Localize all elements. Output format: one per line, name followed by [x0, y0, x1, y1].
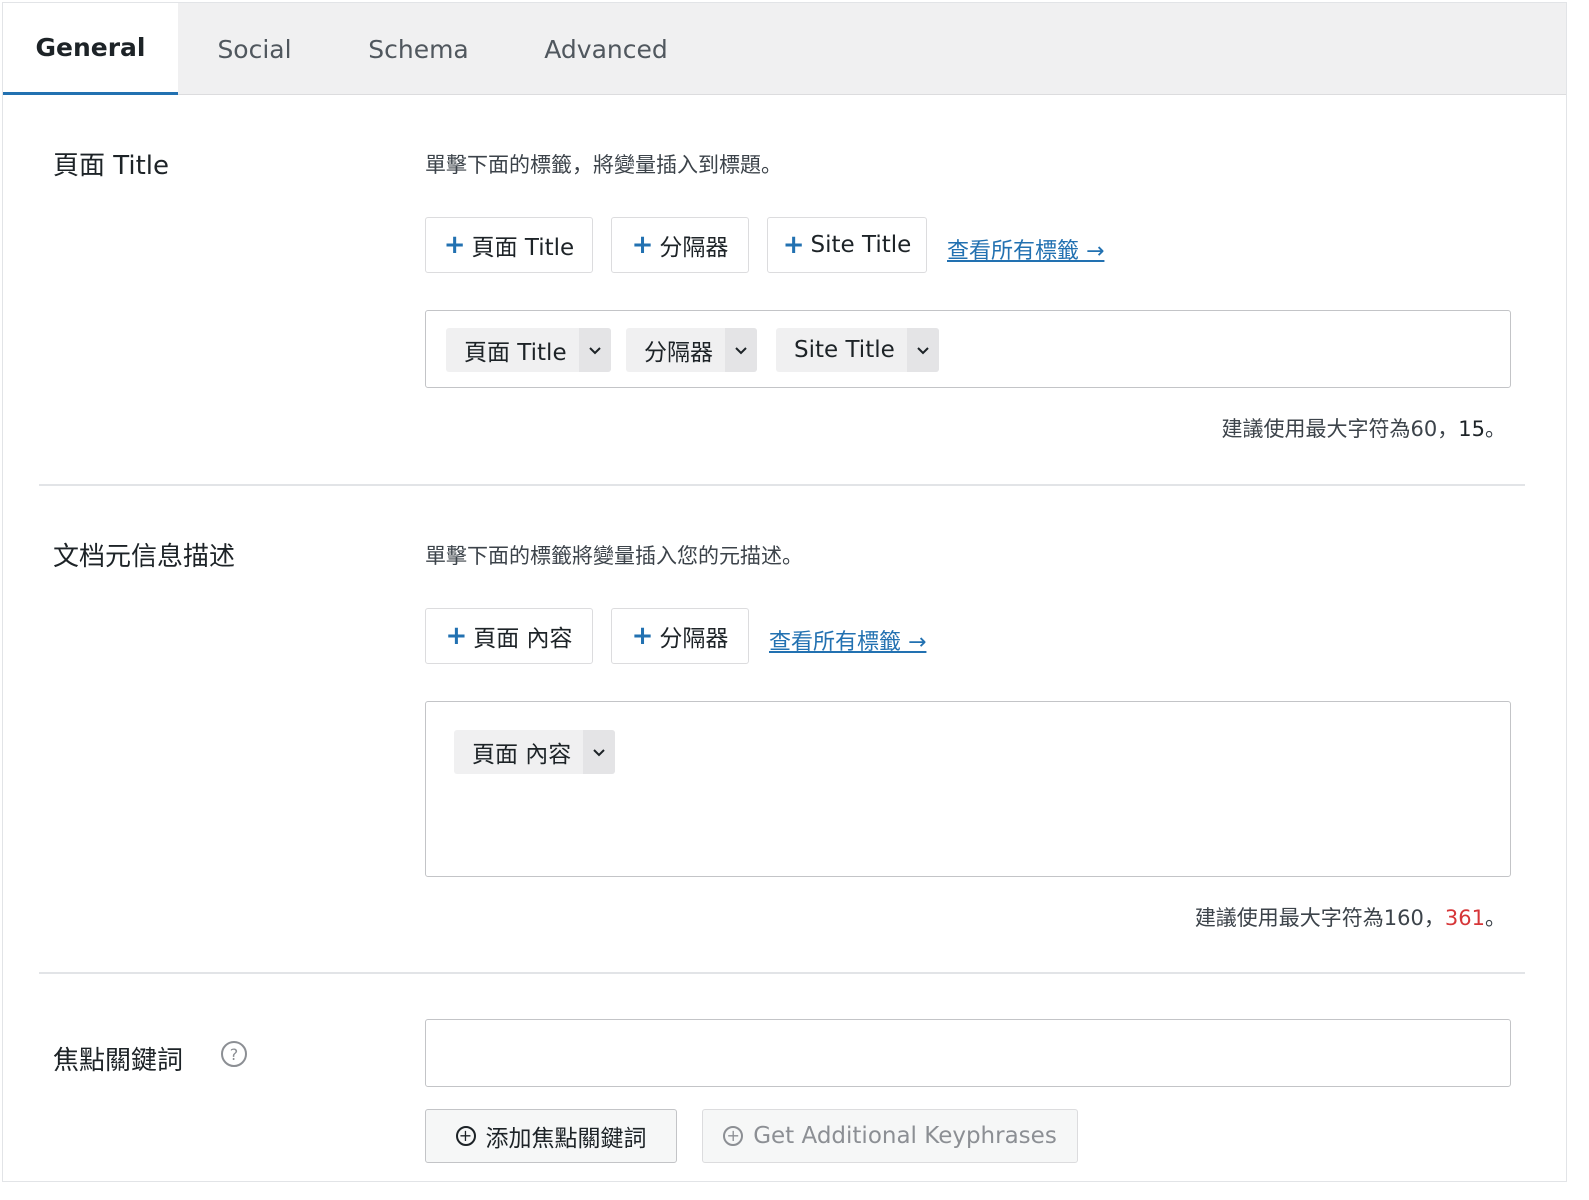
section-divider: [39, 484, 1525, 486]
plus-icon: +: [782, 230, 805, 260]
chip-page-content[interactable]: 頁面 內容: [454, 730, 616, 774]
chip-separator[interactable]: 分隔器: [626, 328, 757, 372]
button-label: Site Title: [810, 232, 912, 258]
insert-site-title-tag-button[interactable]: + Site Title: [767, 217, 927, 273]
plus-icon: +: [445, 621, 468, 651]
meta-description-label: 文档元信息描述: [53, 542, 236, 572]
page-title-editor[interactable]: 頁面 Title 分隔器 Site Title: [425, 310, 1511, 388]
chip-page-title[interactable]: 頁面 Title: [446, 328, 611, 372]
chevron-down-icon[interactable]: [906, 328, 939, 372]
page-title-label: 頁面 Title: [53, 151, 169, 181]
plus-circle-icon: +: [723, 1126, 744, 1146]
button-label: 添加焦點關鍵詞: [485, 1126, 647, 1152]
counter-text: 建議使用最大字符為160，: [1194, 906, 1445, 930]
plus-icon: +: [443, 230, 466, 260]
counter-suffix: 。: [1485, 906, 1506, 930]
view-all-tags-link[interactable]: 查看所有標籤 →: [947, 233, 1104, 265]
focus-keyphrase-input[interactable]: [425, 1019, 1511, 1087]
insert-separator-tag-button[interactable]: + 分隔器: [611, 217, 749, 273]
button-label: 分隔器: [659, 626, 729, 652]
page-title-char-counter: 建議使用最大字符為60，15。: [1222, 413, 1506, 443]
button-label: 頁面 Title: [471, 235, 575, 261]
chip-label: 分隔器: [644, 340, 713, 366]
tab-bar: General Social Schema Advanced: [3, 3, 1566, 95]
meta-description-description: 單擊下面的標籤將變量插入您的元描述。: [425, 544, 803, 568]
chevron-down-icon[interactable]: [583, 730, 616, 774]
counter-value: 15: [1458, 417, 1485, 441]
button-label: 頁面 內容: [473, 626, 573, 652]
get-additional-keyphrases-button[interactable]: + Get Additional Keyphrases: [702, 1109, 1078, 1163]
plus-circle-icon: +: [455, 1126, 476, 1146]
chip-site-title[interactable]: Site Title: [776, 328, 939, 372]
insert-page-title-tag-button[interactable]: + 頁面 Title: [425, 217, 593, 273]
seo-settings-panel: General Social Schema Advanced 頁面 Title …: [2, 2, 1567, 1182]
meta-description-editor[interactable]: 頁面 內容: [425, 701, 1511, 877]
plus-icon: +: [631, 230, 654, 260]
plus-icon: +: [631, 621, 654, 651]
insert-page-content-tag-button[interactable]: + 頁面 內容: [425, 608, 593, 664]
chip-label: 頁面 Title: [464, 340, 567, 366]
add-focus-keyphrase-button[interactable]: + 添加焦點關鍵詞: [425, 1109, 677, 1163]
page-title-description: 單擊下面的標籤，將變量插入到標題。: [425, 153, 782, 177]
focus-keyphrase-label: 焦點關鍵詞: [53, 1046, 184, 1076]
button-label: Get Additional Keyphrases: [753, 1123, 1057, 1149]
tab-advanced[interactable]: Advanced: [506, 3, 706, 95]
tab-social[interactable]: Social: [178, 3, 331, 95]
insert-separator-tag-button[interactable]: + 分隔器: [611, 608, 749, 664]
tab-general[interactable]: General: [3, 3, 178, 95]
section-divider: [39, 972, 1525, 974]
chevron-down-icon[interactable]: [578, 328, 611, 372]
meta-description-char-counter: 建議使用最大字符為160，361。: [1195, 902, 1506, 932]
button-label: 分隔器: [659, 235, 729, 261]
counter-suffix: 。: [1485, 417, 1506, 441]
chip-label: 頁面 內容: [472, 742, 572, 768]
chevron-down-icon[interactable]: [725, 328, 757, 372]
view-all-tags-link[interactable]: 查看所有標籤 →: [769, 624, 926, 656]
counter-value: 361: [1444, 906, 1485, 930]
tab-schema[interactable]: Schema: [331, 3, 506, 95]
counter-text: 建議使用最大字符為60，: [1221, 417, 1459, 441]
question-circle-icon[interactable]: ?: [221, 1041, 247, 1067]
chip-label: Site Title: [794, 337, 895, 363]
